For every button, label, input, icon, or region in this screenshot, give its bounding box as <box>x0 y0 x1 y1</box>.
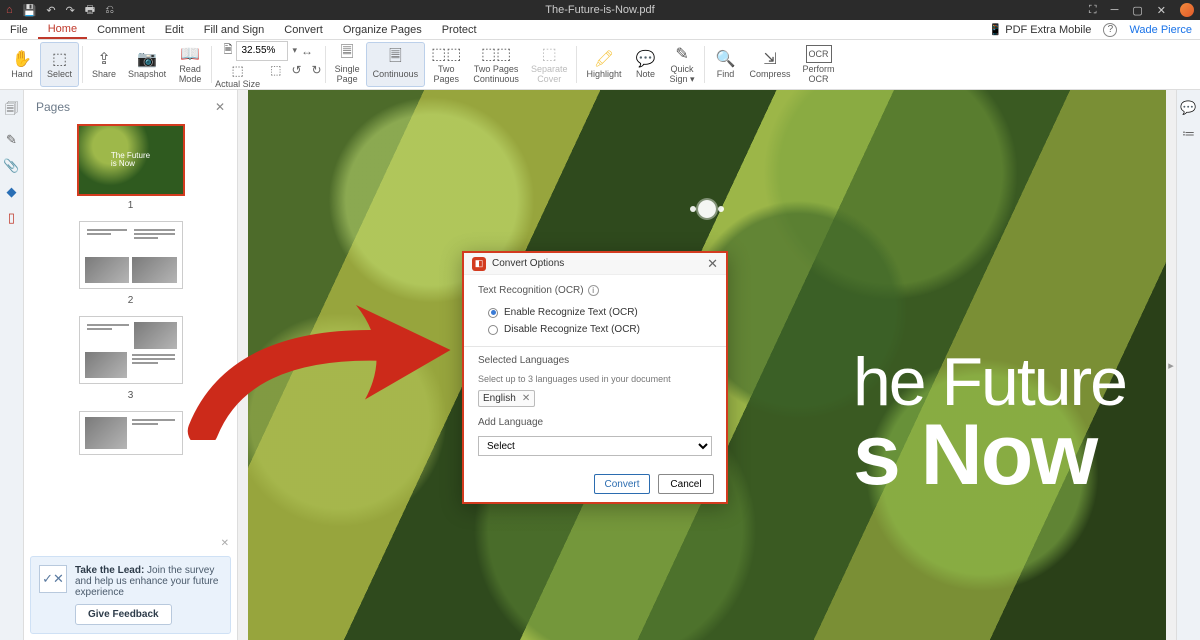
mobile-app-link[interactable]: 📱 PDF Extra Mobile <box>988 23 1091 36</box>
zoom-dropdown-icon[interactable]: ▾ <box>292 45 297 56</box>
menu-convert[interactable]: Convert <box>274 20 333 39</box>
pages-panel-close-icon[interactable]: ✕ <box>215 100 225 114</box>
page-thumbnail-2[interactable]: 2 <box>52 219 209 306</box>
convert-button[interactable]: Convert <box>594 474 650 494</box>
fit-page-icon[interactable]: ⬚ <box>270 63 281 89</box>
languages-hint: Select up to 3 languages used in your do… <box>478 374 712 384</box>
menu-protect[interactable]: Protect <box>432 20 487 39</box>
menu-fill-sign[interactable]: Fill and Sign <box>194 20 275 39</box>
share-titlebar-icon[interactable]: ⎌ <box>105 4 114 17</box>
menu-comment[interactable]: Comment <box>87 20 155 39</box>
left-toolstrip: 🗐 ✎ 📎 ◆ ▯ <box>0 90 24 640</box>
menu-organize-pages[interactable]: Organize Pages <box>333 20 432 39</box>
tool-note[interactable]: 💬Note <box>628 42 664 87</box>
ocr-section-label: Text Recognition (OCR) <box>478 285 584 296</box>
user-name[interactable]: Wade Pierce <box>1129 24 1192 36</box>
remove-language-icon[interactable]: ✕ <box>522 393 530 404</box>
minimize-icon[interactable]: ─ <box>1111 4 1119 16</box>
dialog-close-icon[interactable]: ✕ <box>707 256 718 272</box>
zoom-input[interactable] <box>236 41 288 61</box>
tool-compress[interactable]: ⇲Compress <box>744 42 797 87</box>
survey-close-icon[interactable]: ✕ <box>221 538 229 549</box>
document-title: The-Future-is-Now.pdf <box>545 4 654 16</box>
ribbon: ✋Hand ⬚Select ⇪Share 📷Snapshot 📖Read Mod… <box>0 40 1200 90</box>
stamp-icon[interactable]: ▯ <box>8 210 15 226</box>
fit-width-icon[interactable]: ↔ <box>301 44 313 58</box>
maximize-icon[interactable]: ▢ <box>1132 4 1142 17</box>
dialog-header[interactable]: ◧ Convert Options ✕ <box>464 253 726 275</box>
attachments-icon[interactable]: 📎 <box>3 158 19 174</box>
fullscreen-icon[interactable]: ⛶ <box>1089 4 1097 17</box>
rotate-cw-icon[interactable]: ↻ <box>312 63 322 89</box>
tool-snapshot[interactable]: 📷Snapshot <box>122 42 172 87</box>
view-two-pages[interactable]: ⬚⬚Two Pages <box>425 42 467 87</box>
drone-graphic <box>698 200 716 218</box>
redo-icon[interactable]: ↷ <box>66 4 75 17</box>
rotate-ccw-icon[interactable]: ↺ <box>291 63 301 89</box>
add-language-select[interactable]: Select <box>478 436 712 456</box>
zoom-controls: 🗎 ▾ ↔ <box>220 41 317 61</box>
view-separate-cover: ⬚Separate Cover <box>525 42 574 87</box>
page-icon: 🗎 <box>224 41 233 60</box>
page-thumbnail-3[interactable]: 3 <box>52 314 209 401</box>
help-icon[interactable]: ? <box>1103 23 1117 37</box>
tool-hand[interactable]: ✋Hand <box>4 42 40 87</box>
prev-page-button[interactable]: ◂ <box>238 90 248 640</box>
languages-section-label: Selected Languages <box>478 355 569 366</box>
tool-quick-sign[interactable]: ✎Quick Sign ▾ <box>664 42 701 87</box>
pages-panel-title: Pages <box>36 100 70 114</box>
add-language-label: Add Language <box>478 417 543 428</box>
radio-unchecked-icon <box>488 325 498 335</box>
tool-perform-ocr[interactable]: OCRPerform OCR <box>797 42 841 87</box>
view-continuous[interactable]: 🗏Continuous <box>366 42 426 87</box>
survey-bold: Take the Lead: <box>75 565 144 576</box>
tool-share[interactable]: ⇪Share <box>86 42 122 87</box>
layers-icon[interactable]: ◆ <box>7 184 17 200</box>
info-icon[interactable]: i <box>588 285 599 296</box>
convert-options-dialog: ◧ Convert Options ✕ Text Recognition (OC… <box>462 251 728 504</box>
radio-disable-ocr[interactable]: Disable Recognize Text (OCR) <box>478 321 712 338</box>
dialog-title: Convert Options <box>492 258 564 269</box>
bookmarks-icon[interactable]: ✎ <box>6 132 17 148</box>
view-single-page[interactable]: 🗏Single Page <box>329 42 366 87</box>
tool-select[interactable]: ⬚Select <box>40 42 79 87</box>
pages-panel: Pages ✕ The Futureis Now 1 2 3 ✕ ✓✕ <box>24 90 238 640</box>
save-icon[interactable]: 💾 <box>23 4 37 17</box>
give-feedback-button[interactable]: Give Feedback <box>75 604 172 625</box>
menu-home[interactable]: Home <box>38 20 87 39</box>
user-avatar[interactable] <box>1180 3 1194 17</box>
page-thumbnail-1[interactable]: The Futureis Now 1 <box>52 124 209 211</box>
titlebar: ⌂ 💾 ↶ ↷ 🖶 ⎌ The-Future-is-Now.pdf ⛶ ─ ▢ … <box>0 0 1200 20</box>
comments-panel-icon[interactable]: 💬 <box>1180 100 1196 116</box>
right-toolstrip: 💬 ≔ <box>1176 90 1200 640</box>
properties-icon[interactable]: ≔ <box>1182 126 1195 142</box>
tool-highlight[interactable]: 🖍Highlight <box>580 42 627 87</box>
close-window-icon[interactable]: ✕ <box>1157 4 1166 17</box>
actual-size-button[interactable]: ⬚Actual Size <box>215 63 260 89</box>
view-two-pages-continuous[interactable]: ⬚⬚Two Pages Continuous <box>467 42 525 87</box>
print-icon[interactable]: 🖶 <box>85 1 95 20</box>
hero-text: he Future s Now <box>853 350 1126 496</box>
radio-checked-icon <box>488 308 498 318</box>
dialog-app-icon: ◧ <box>472 257 486 271</box>
page-thumbnail-4[interactable] <box>52 409 209 457</box>
survey-icon: ✓✕ <box>39 565 67 593</box>
app-home-icon[interactable]: ⌂ <box>6 4 13 16</box>
next-page-button[interactable]: ▸ <box>1166 90 1176 640</box>
cancel-button[interactable]: Cancel <box>658 474 714 494</box>
thumbnails-icon[interactable]: 🗐 <box>5 100 18 122</box>
menu-edit[interactable]: Edit <box>155 20 194 39</box>
menubar: File Home Comment Edit Fill and Sign Con… <box>0 20 1200 40</box>
undo-icon[interactable]: ↶ <box>46 4 55 17</box>
tool-read-mode[interactable]: 📖Read Mode <box>172 42 208 87</box>
radio-enable-ocr[interactable]: Enable Recognize Text (OCR) <box>478 304 712 321</box>
survey-banner: ✓✕ Take the Lead: Join the survey and he… <box>30 556 231 634</box>
language-chip-english: English ✕ <box>478 390 535 407</box>
tool-find[interactable]: 🔍Find <box>708 42 744 87</box>
menu-file[interactable]: File <box>0 20 38 39</box>
